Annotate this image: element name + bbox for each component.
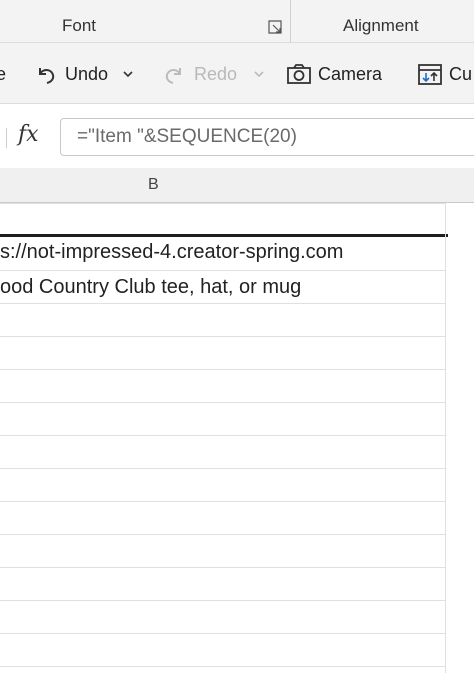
fx-icon: fx [18,122,39,147]
custom-button[interactable]: Cu [417,61,472,87]
column-gridline [445,203,446,673]
undo-icon [34,62,58,86]
alignment-group-label: Alignment [343,16,419,35]
camera-button[interactable]: Camera [286,61,382,87]
redo-dropdown-chevron-down-icon[interactable] [253,68,265,80]
gridline [0,369,445,370]
cell-b-row2[interactable]: ood Country Club tee, hat, or mug [0,276,301,299]
gridline [0,534,445,535]
undo-button[interactable]: Undo [34,61,134,87]
gridline [0,600,445,601]
camera-icon [286,62,312,86]
gridline [0,303,445,304]
redo-button[interactable]: Redo [162,61,265,87]
undo-label: Undo [65,63,109,84]
gridline [0,203,445,204]
selection-top-border [0,234,448,237]
gridline [0,270,445,271]
group-separator [290,0,291,42]
ribbon-group-labels: Font Alignment [0,0,474,43]
quick-access-toolbar: e Undo Redo Camera Cu [0,43,474,104]
gridline [0,468,445,469]
column-header-b[interactable]: B [148,176,159,194]
custom-icon [417,61,443,87]
gridline [0,567,445,568]
gridline [0,402,445,403]
divider [0,128,7,148]
gridline [0,501,445,502]
font-dialog-launcher-icon[interactable] [268,20,282,34]
cell-b-row1[interactable]: s://not-impressed-4.creator-spring.com [0,241,343,264]
formula-input[interactable]: ="Item "&SEQUENCE(20) [60,118,474,156]
camera-label: Camera [318,63,383,84]
toolbar-partial-label: e [0,63,7,84]
undo-dropdown-chevron-down-icon[interactable] [122,68,134,80]
toolbar-partial-item[interactable]: e [0,61,6,87]
redo-icon [162,62,186,86]
redo-label: Redo [194,63,238,84]
spreadsheet-grid[interactable]: s://not-impressed-4.creator-spring.com o… [0,203,474,673]
font-group-label: Font [62,16,97,35]
formula-bar: fx ="Item "&SEQUENCE(20) [0,104,474,166]
gridline [0,666,445,667]
gridline [0,336,445,337]
gridline [0,435,445,436]
custom-label: Cu [449,63,473,84]
gridline [0,633,445,634]
insert-function-button[interactable]: fx [0,118,52,158]
column-header-row: B [0,168,474,203]
